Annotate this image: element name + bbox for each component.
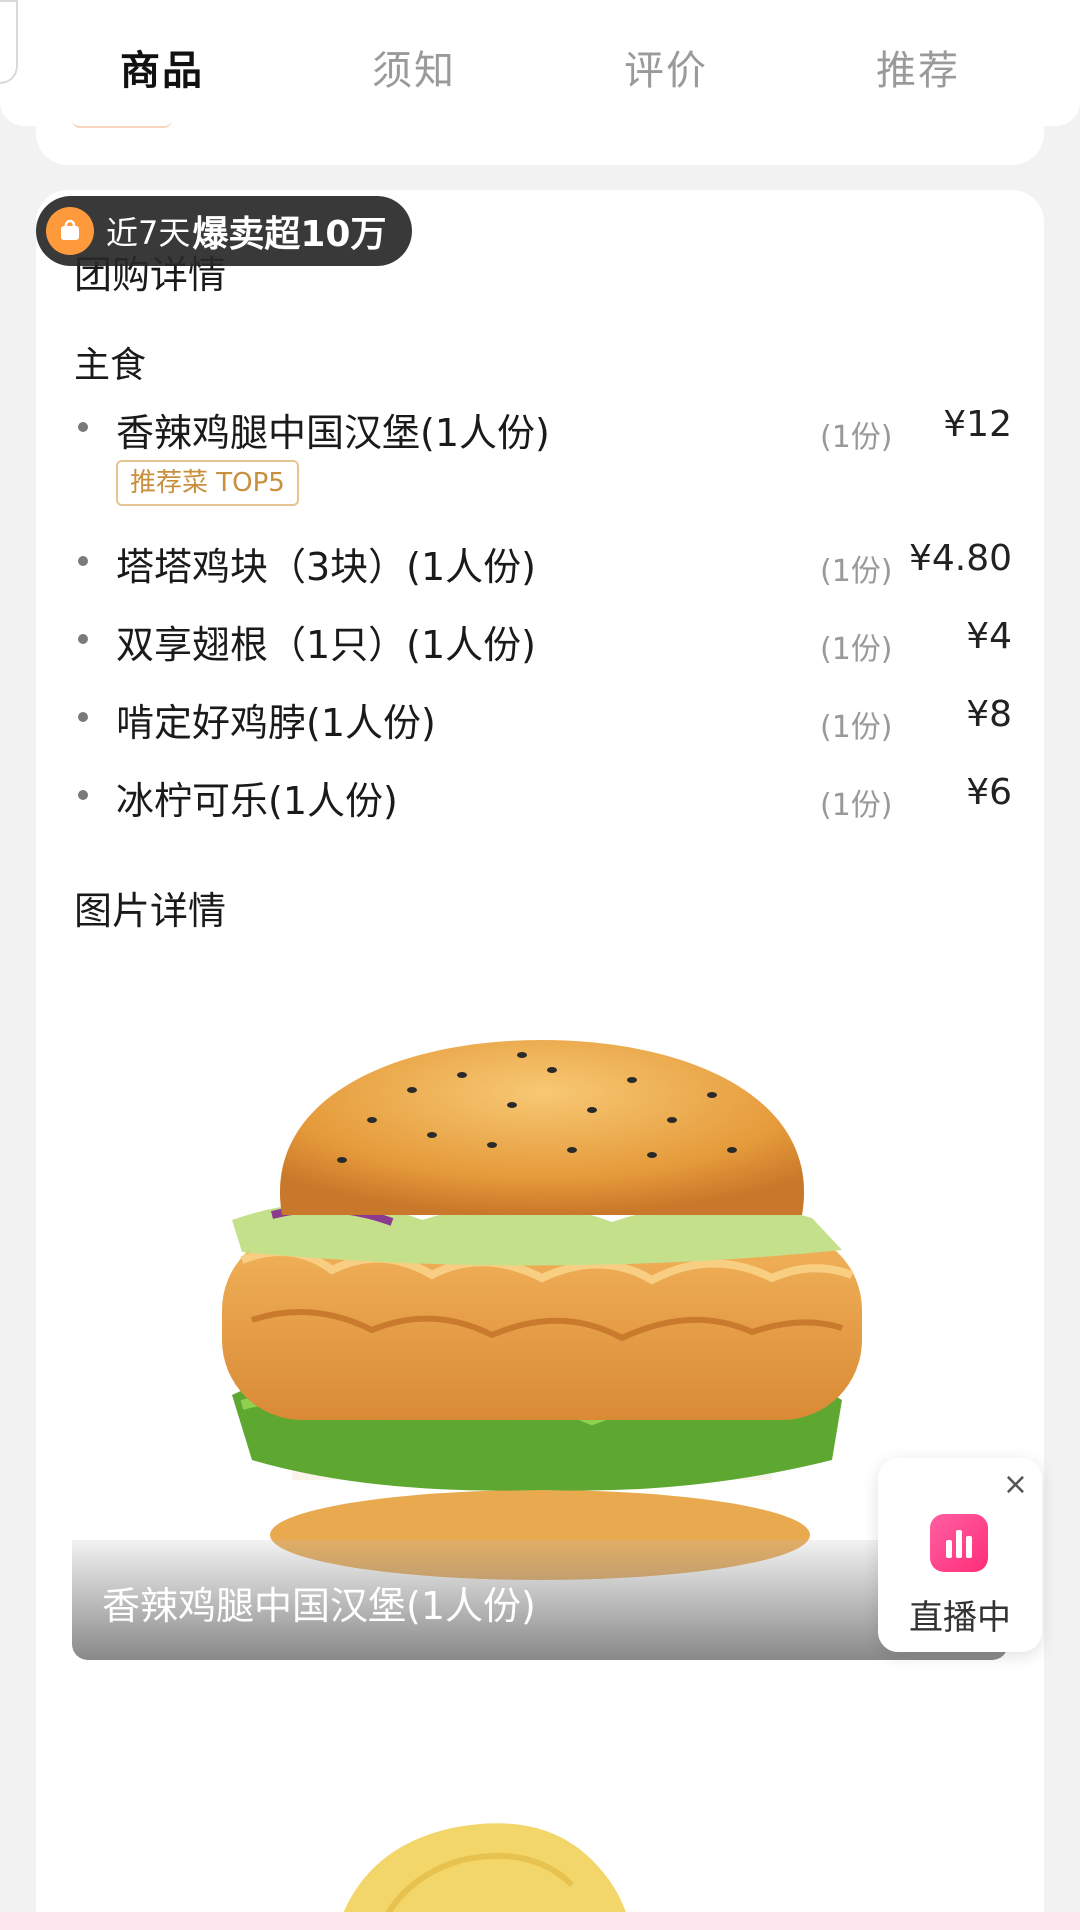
sales-count: 爆卖超10万	[192, 214, 387, 255]
product-photo[interactable]: 香辣鸡腿中国汉堡(1人份)	[72, 960, 1008, 1660]
list-item: 双享翅根（1只）(1人份) (1份) ¥4	[36, 612, 1044, 668]
back-edge[interactable]	[0, 0, 18, 84]
recommend-tag: 推荐菜 TOP5	[116, 460, 299, 506]
live-label: 直播中	[909, 1598, 1011, 1638]
bullet	[78, 556, 88, 566]
item-qty: (1份)	[820, 632, 893, 667]
bullet	[78, 422, 88, 432]
tab-goods[interactable]: 商品	[36, 38, 288, 96]
list-item: 香辣鸡腿中国汉堡(1人份) (1份) ¥12 推荐菜 TOP5	[36, 400, 1044, 506]
shop-bag-icon	[46, 207, 94, 255]
product-photo-2[interactable]	[72, 1710, 1008, 1930]
list-item: 啃定好鸡脖(1人份) (1份) ¥8	[36, 690, 1044, 746]
list-item: 冰柠可乐(1人份) (1份) ¥6	[36, 768, 1044, 824]
item-name: 冰柠可乐(1人份)	[116, 779, 398, 823]
close-icon[interactable]: ×	[1003, 1470, 1028, 1500]
item-name: 双享翅根（1只）(1人份)	[116, 623, 537, 667]
tab-notice[interactable]: 须知	[288, 38, 540, 96]
bottom-bar-edge	[0, 1912, 1080, 1930]
tab-reviews[interactable]: 评价	[540, 38, 792, 96]
group-title-main: 主食	[74, 345, 147, 386]
sales-badge: 近7天 爆卖超10万	[36, 196, 413, 266]
item-price: ¥12	[943, 404, 1012, 445]
item-qty: (1份)	[820, 554, 893, 589]
list-item: 塔塔鸡块（3块）(1人份) (1份) ¥4.80	[36, 534, 1044, 590]
deal-details-card: 团购详情 主食 香辣鸡腿中国汉堡(1人份) (1份) ¥12 推荐菜 TOP5 …	[36, 190, 1044, 1930]
item-name: 塔塔鸡块（3块）(1人份)	[116, 545, 537, 589]
live-bars-icon	[930, 1514, 988, 1572]
bullet	[78, 790, 88, 800]
bullet	[78, 712, 88, 722]
item-name: 香辣鸡腿中国汉堡(1人份)	[116, 411, 550, 455]
item-price: ¥4	[966, 616, 1012, 657]
bullet	[78, 634, 88, 644]
sales-period: 近7天	[106, 214, 191, 252]
previous-chip	[72, 100, 172, 128]
section-title-photos: 图片详情	[74, 889, 227, 933]
item-name: 啃定好鸡脖(1人份)	[116, 701, 436, 745]
item-price: ¥8	[966, 694, 1012, 735]
tab-recommend[interactable]: 推荐	[792, 38, 1044, 96]
item-qty: (1份)	[820, 788, 893, 823]
photo-caption: 香辣鸡腿中国汉堡(1人份)	[102, 1584, 536, 1628]
food-illustration	[337, 1823, 631, 1930]
item-qty: (1份)	[820, 420, 893, 455]
item-price: ¥4.80	[908, 538, 1012, 579]
item-qty: (1份)	[820, 710, 893, 745]
live-stream-widget[interactable]: × 直播中	[878, 1458, 1042, 1652]
previous-card	[36, 100, 1044, 165]
item-price: ¥6	[966, 772, 1012, 813]
